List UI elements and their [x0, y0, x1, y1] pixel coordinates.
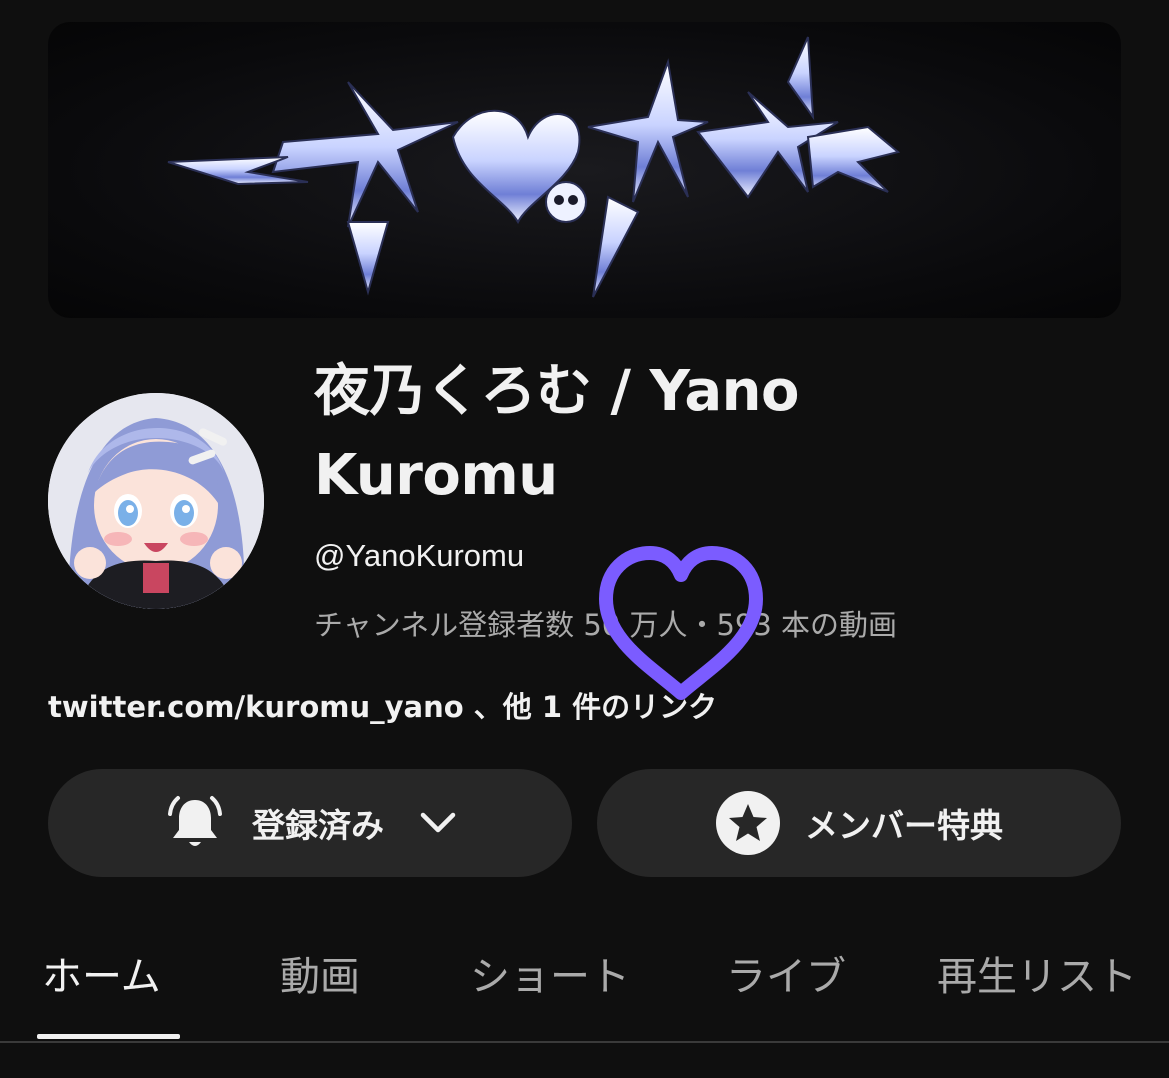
subscribed-button[interactable]: 登録済み	[48, 769, 572, 877]
tab-playlists[interactable]: 再生リスト	[937, 944, 1137, 1002]
channel-tabs: ホーム 動画 ショート ライブ 再生リスト	[0, 930, 1169, 1042]
skull-icon	[545, 181, 587, 223]
tab-live[interactable]: ライブ	[726, 944, 846, 1002]
avatar-illustration	[48, 393, 264, 609]
tab-home[interactable]: ホーム	[42, 944, 161, 1002]
chevron-down-icon	[420, 811, 456, 835]
channel-stats: チャンネル登録者数 50 万人・593 本の動画	[314, 602, 897, 644]
video-count: 593 本の動画	[716, 608, 898, 642]
member-perks-button[interactable]: メンバー特典	[597, 769, 1121, 877]
channel-banner	[48, 22, 1121, 318]
channel-name: 夜乃くろむ / Yano Kuromu	[314, 359, 799, 508]
member-perks-label: メンバー特典	[805, 806, 1003, 845]
active-tab-indicator	[37, 1034, 180, 1039]
channel-handle: @YanoKuromu	[314, 538, 525, 573]
tab-videos[interactable]: 動画	[280, 944, 360, 1002]
stats-separator: ・	[687, 608, 717, 642]
tabs-divider	[0, 1041, 1169, 1043]
tab-shorts[interactable]: ショート	[470, 944, 630, 1002]
channel-avatar[interactable]	[48, 393, 264, 609]
star-badge-icon	[715, 790, 781, 856]
channel-links[interactable]: twitter.com/kuromu_yano 、他 1 件のリンク	[48, 684, 717, 726]
banner-logo	[167, 36, 901, 298]
bell-ringing-icon	[164, 792, 226, 854]
subscriber-count: チャンネル登録者数 50 万人	[314, 608, 688, 642]
subscribed-label: 登録済み	[252, 806, 384, 845]
